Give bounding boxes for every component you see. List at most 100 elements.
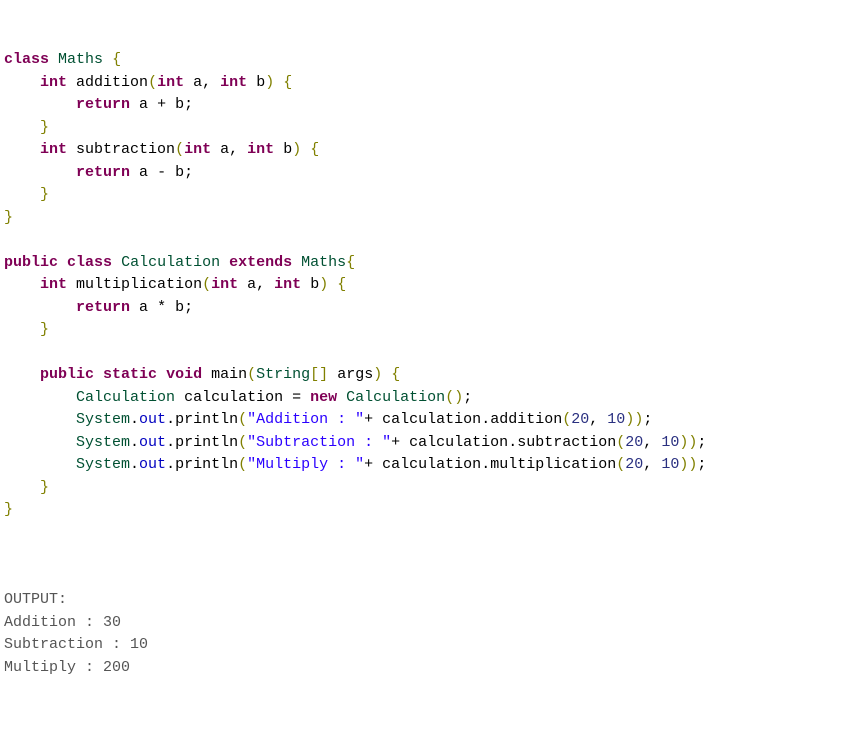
paren-close: ) [454, 389, 463, 406]
paren-close: ) [265, 74, 274, 91]
param-a: a [247, 276, 256, 293]
type-calculation: Calculation [76, 389, 175, 406]
paren-close: ) [679, 456, 688, 473]
param-type: int [220, 74, 247, 91]
return-type: int [40, 74, 67, 91]
class-name: Maths [58, 51, 103, 68]
semicolon: ; [697, 456, 706, 473]
output-label: OUTPUT: [4, 591, 67, 608]
param-a: a [193, 74, 202, 91]
brace-open: { [391, 366, 400, 383]
dot: . [130, 411, 139, 428]
keyword-return: return [76, 299, 130, 316]
call-subtraction: subtraction [517, 434, 616, 451]
op-minus: - [157, 164, 166, 181]
out-field: out [139, 456, 166, 473]
semicolon: ; [184, 299, 193, 316]
method-name: multiplication [76, 276, 202, 293]
method-name: subtraction [76, 141, 175, 158]
keyword-class: class [4, 51, 49, 68]
type-string: String [256, 366, 310, 383]
param-type: int [247, 141, 274, 158]
dot: . [166, 456, 175, 473]
paren-open: ( [247, 366, 256, 383]
paren-open: ( [238, 456, 247, 473]
paren-close: ) [688, 456, 697, 473]
dot: . [508, 434, 517, 451]
system-class: System [76, 411, 130, 428]
var-a: a [139, 164, 148, 181]
paren-open: ( [175, 141, 184, 158]
semicolon: ; [697, 434, 706, 451]
brace-open: { [337, 276, 346, 293]
array-brackets: [] [310, 366, 328, 383]
paren-open: ( [148, 74, 157, 91]
num-literal: 20 [625, 434, 643, 451]
super-class: Maths [301, 254, 346, 271]
comma: , [202, 74, 211, 91]
num-literal: 10 [661, 434, 679, 451]
var-a: a [139, 96, 148, 113]
var-calculation: calculation [184, 389, 283, 406]
var-ref: calculation [382, 456, 481, 473]
string-literal: "Addition : " [247, 411, 364, 428]
keyword-public: public [40, 366, 94, 383]
brace-open: { [112, 51, 121, 68]
var-ref: calculation [409, 434, 508, 451]
out-field: out [139, 434, 166, 451]
num-literal: 10 [661, 456, 679, 473]
string-literal: "Multiply : " [247, 456, 364, 473]
param-b: b [310, 276, 319, 293]
output-line: Multiply : 200 [4, 659, 130, 676]
dot: . [130, 434, 139, 451]
var-b: b [175, 164, 184, 181]
method-name: addition [76, 74, 148, 91]
keyword-new: new [310, 389, 337, 406]
op-concat: + [364, 456, 373, 473]
paren-open: ( [238, 411, 247, 428]
num-literal: 20 [625, 456, 643, 473]
keyword-static: static [103, 366, 157, 383]
comma: , [229, 141, 238, 158]
out-field: out [139, 411, 166, 428]
keyword-extends: extends [229, 254, 292, 271]
paren-open: ( [562, 411, 571, 428]
var-b: b [175, 299, 184, 316]
var-b: b [175, 96, 184, 113]
ctor-name: Calculation [346, 389, 445, 406]
param-type: int [157, 74, 184, 91]
brace-open: { [346, 254, 355, 271]
keyword-return: return [76, 164, 130, 181]
paren-open: ( [238, 434, 247, 451]
dot: . [166, 411, 175, 428]
comma: , [643, 456, 652, 473]
dot: . [481, 411, 490, 428]
comma: , [643, 434, 652, 451]
comma: , [589, 411, 598, 428]
semicolon: ; [643, 411, 652, 428]
equals: = [292, 389, 301, 406]
call-multiplication: multiplication [490, 456, 616, 473]
dot: . [166, 434, 175, 451]
op-multiply: * [157, 299, 166, 316]
output-line: Addition : 30 [4, 614, 121, 631]
brace-close: } [4, 209, 13, 226]
paren-close: ) [292, 141, 301, 158]
call-addition: addition [490, 411, 562, 428]
paren-open: ( [616, 456, 625, 473]
code-block: class Maths { int addition(int a, int b)… [4, 49, 846, 679]
var-a: a [139, 299, 148, 316]
param-a: a [220, 141, 229, 158]
return-type: int [40, 276, 67, 293]
param-b: b [256, 74, 265, 91]
comma: , [256, 276, 265, 293]
paren-close: ) [373, 366, 382, 383]
num-literal: 20 [571, 411, 589, 428]
semicolon: ; [184, 164, 193, 181]
dot: . [130, 456, 139, 473]
keyword-class: class [67, 254, 112, 271]
keyword-public: public [4, 254, 58, 271]
paren-open: ( [202, 276, 211, 293]
class-name: Calculation [121, 254, 220, 271]
method-main: main [211, 366, 247, 383]
